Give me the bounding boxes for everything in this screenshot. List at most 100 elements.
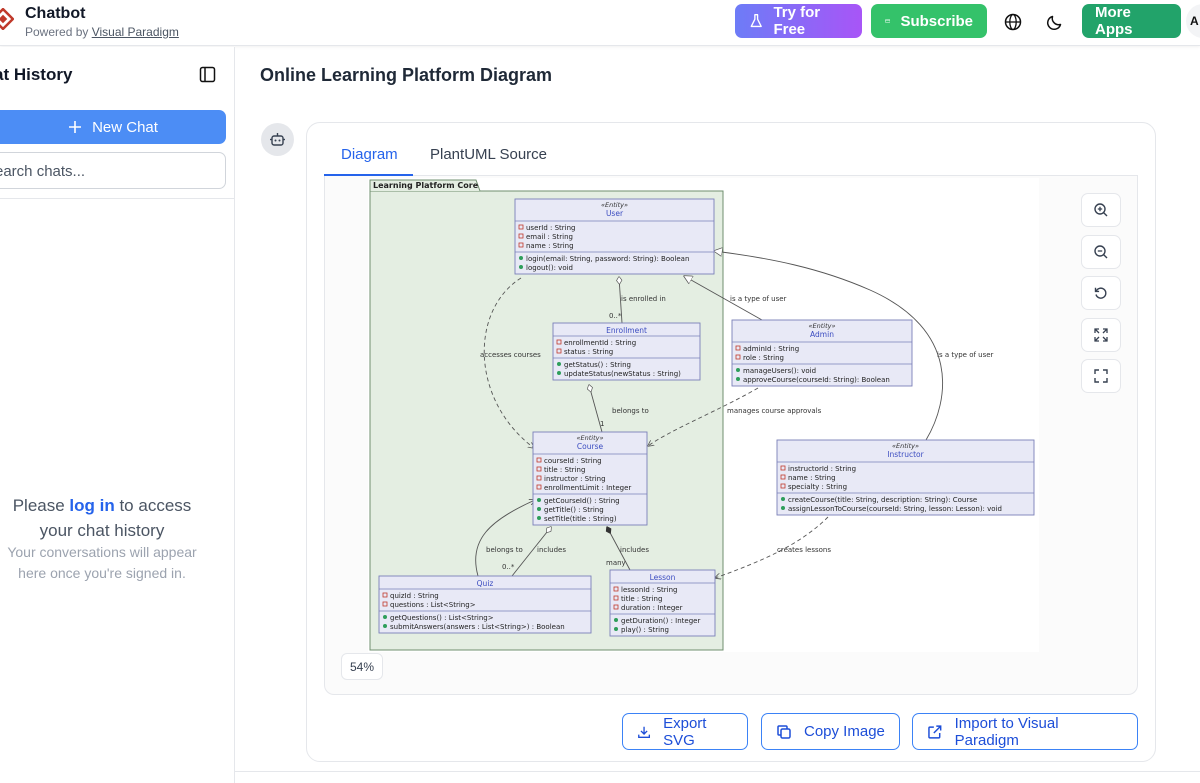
class-attribute: instructorId : String (788, 465, 856, 473)
rotate-ccw-icon (1094, 287, 1107, 299)
class-lesson[interactable]: Lesson lessonId : Stringtitle : Stringdur… (609, 569, 716, 637)
subscribe-label: Subscribe (900, 12, 973, 30)
class-attribute: instructor : String (544, 475, 606, 483)
label-enrollment-multiplicity: 0..* (609, 312, 622, 320)
visual-paradigm-link[interactable]: Visual Paradigm (92, 25, 179, 39)
class-attribute: enrollmentId : String (564, 339, 636, 347)
public-method-icon (519, 256, 523, 260)
class-method: play() : String (621, 626, 669, 634)
fit-to-screen-button[interactable] (1081, 318, 1121, 352)
public-method-icon (736, 377, 740, 381)
tab-diagram[interactable]: Diagram (341, 146, 398, 163)
log-in-link[interactable]: log in (69, 496, 114, 515)
class-attribute: questions : List<String> (390, 601, 476, 609)
class-attribute: courseId : String (544, 457, 602, 465)
public-method-icon (781, 506, 785, 510)
class-attribute: lessonId : String (621, 586, 677, 594)
login-subtext: Your conversations will appear here once… (7, 544, 197, 581)
page-title: Online Learning Platform Diagram (260, 65, 553, 85)
zoom-in-icon (1094, 203, 1108, 217)
class-stereotype: «Entity» (601, 201, 628, 209)
download-icon (638, 726, 651, 738)
class-stereotype: «Entity» (577, 434, 604, 442)
tab-plantuml-source[interactable]: PlantUML Source (430, 146, 547, 163)
bot-avatar (261, 123, 294, 156)
class-name: Quiz (477, 579, 494, 588)
public-method-icon (736, 368, 740, 372)
copy-icon (777, 724, 791, 739)
visual-paradigm-logo (0, 8, 14, 30)
user-avatar[interactable]: A (1186, 4, 1200, 38)
export-svg-button[interactable]: Export SVG (622, 713, 748, 750)
class-method: manageUsers(): void (743, 367, 816, 375)
class-method: logout(): void (526, 264, 573, 272)
public-method-icon (383, 615, 387, 619)
sidebar-toggle-icon[interactable] (199, 66, 216, 83)
import-to-visual-paradigm-button[interactable]: Import to Visual Paradigm (912, 713, 1138, 750)
class-stereotype: «Entity» (809, 322, 836, 330)
class-attribute: title : String (621, 595, 662, 603)
public-method-icon (557, 362, 561, 366)
class-method: createCourse(title: String, description:… (788, 496, 977, 504)
powered-by: Powered by Visual Paradigm (25, 25, 179, 39)
expand-arrows-icon (1094, 328, 1108, 342)
public-method-icon (614, 627, 618, 631)
class-method: getDuration() : Integer (621, 617, 700, 625)
label-accesses-courses: accesses courses (480, 351, 541, 359)
public-method-icon (383, 624, 387, 628)
public-method-icon (537, 507, 541, 511)
label-course-multiplicity: 1 (600, 420, 604, 428)
more-apps-button[interactable]: More Apps (1082, 4, 1181, 38)
search-chats-input[interactable]: earch chats... (0, 152, 226, 189)
reset-zoom-button[interactable] (1081, 276, 1121, 310)
class-attribute: title : String (544, 466, 585, 474)
zoom-out-icon (1094, 245, 1108, 259)
class-attribute: specialty : String (788, 483, 847, 491)
fullscreen-button[interactable] (1081, 359, 1121, 393)
package-name: Learning Platform Core (373, 181, 479, 190)
login-message: Please log in to access your chat histor… (0, 493, 204, 543)
class-method: login(email: String, password: String): … (526, 255, 689, 263)
class-enrollment[interactable]: Enrollment enrollmentId : Stringstatus : … (552, 322, 701, 381)
subscribe-button[interactable]: Subscribe (871, 4, 987, 38)
class-course[interactable]: «Entity»Course courseId : Stringtitle : S… (532, 431, 648, 526)
class-name: Course (577, 442, 604, 451)
import-label: Import to Visual Paradigm (954, 714, 1059, 749)
sidebar-title: at History (0, 65, 73, 84)
top-bar: Chatbot Powered by Visual Paradigm Try f… (0, 0, 1200, 46)
label-quiz-multiplicity: 0..* (502, 563, 515, 571)
class-admin[interactable]: «Entity»Admin adminId : Stringrole : Stri… (731, 319, 913, 387)
credit-card-icon (885, 19, 891, 23)
theme-toggle-button[interactable] (1044, 11, 1066, 33)
label-includes-quiz: includes (537, 546, 566, 554)
copy-image-label: Copy Image (804, 723, 885, 740)
more-apps-label: More Apps (1095, 4, 1133, 38)
class-method: getStatus() : String (564, 361, 631, 369)
label-is-enrolled-in: is enrolled in (621, 295, 666, 303)
class-attribute: name : String (788, 474, 836, 482)
class-name: Lesson (650, 573, 676, 582)
external-link-icon (928, 724, 942, 739)
label-quiz-belongs-to: belongs to (486, 546, 523, 554)
public-method-icon (519, 265, 523, 269)
class-attribute: email : String (526, 233, 573, 241)
fullscreen-icon (1094, 369, 1108, 383)
copy-image-button[interactable]: Copy Image (761, 713, 900, 750)
class-name: Instructor (887, 450, 924, 459)
new-chat-button[interactable]: New Chat (0, 110, 226, 144)
zoom-in-button[interactable] (1081, 193, 1121, 227)
robot-icon (270, 133, 285, 146)
class-instructor[interactable]: «Entity»Instructor instructorId : Stringn… (776, 439, 1035, 516)
language-button[interactable] (1002, 11, 1024, 33)
class-attribute: quizId : String (390, 592, 439, 600)
bottom-divider (235, 771, 1200, 772)
zoom-out-button[interactable] (1081, 235, 1121, 269)
class-quiz[interactable]: Quiz quizId : Stringquestions : List<Stri… (378, 575, 592, 634)
class-user[interactable]: «Entity»User userId : Stringemail : Strin… (514, 198, 715, 275)
class-attribute: enrollmentLimit : Integer (544, 484, 631, 492)
try-for-free-button[interactable]: Try for Free (735, 4, 862, 38)
uml-class-diagram[interactable]: Learning Platform Core is enrolled in 0.… (368, 178, 1039, 652)
sidebar-divider (0, 198, 235, 199)
powered-by-text: Powered by (25, 25, 92, 39)
public-method-icon (614, 618, 618, 622)
